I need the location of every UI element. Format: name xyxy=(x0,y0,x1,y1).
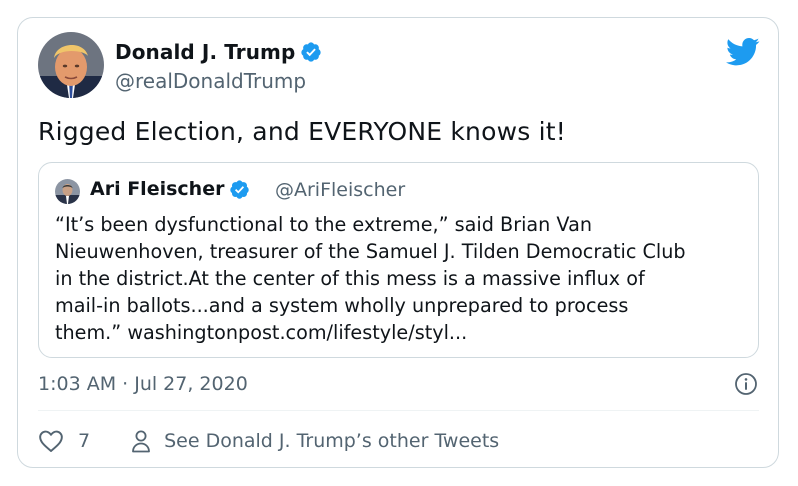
author-name-text[interactable]: Donald J. Trump xyxy=(115,40,295,64)
tweet-timestamp[interactable]: 1:03 AM · Jul 27, 2020 xyxy=(38,373,248,395)
quoted-tweet-text: “It’s been dysfunctional to the extreme,… xyxy=(55,213,686,344)
like-button[interactable]: 7 xyxy=(38,429,90,453)
like-count: 7 xyxy=(78,430,91,452)
person-icon xyxy=(132,430,150,453)
tweet-embed-card[interactable]: Donald J. Trump @realDonaldTrump Rigged … xyxy=(17,17,779,468)
quoted-author-handle[interactable]: @AriFleischer xyxy=(275,179,405,201)
quoted-author-avatar[interactable] xyxy=(55,179,80,204)
info-icon[interactable] xyxy=(734,372,758,396)
divider xyxy=(38,410,759,411)
tweet-text: Rigged Election, and EVERYONE knows it! xyxy=(38,117,566,146)
verified-badge-icon xyxy=(301,42,322,62)
quoted-tweet[interactable]: Ari Fleischer @AriFleischer “It’s been d… xyxy=(38,162,759,358)
quoted-author-name[interactable]: Ari Fleischer xyxy=(90,178,250,200)
heart-icon xyxy=(39,430,63,452)
quoted-author-name-text[interactable]: Ari Fleischer xyxy=(90,178,224,200)
tweet-actions: 7 See Donald J. Trump’s other Tweets xyxy=(38,426,499,456)
verified-badge-icon xyxy=(230,179,250,199)
see-other-tweets-link[interactable]: See Donald J. Trump’s other Tweets xyxy=(130,429,499,453)
author-handle[interactable]: @realDonaldTrump xyxy=(115,69,306,93)
see-other-tweets-label: See Donald J. Trump’s other Tweets xyxy=(164,430,500,452)
author-avatar[interactable] xyxy=(38,32,104,98)
author-name[interactable]: Donald J. Trump xyxy=(115,40,322,64)
twitter-bird-icon[interactable] xyxy=(726,37,760,67)
